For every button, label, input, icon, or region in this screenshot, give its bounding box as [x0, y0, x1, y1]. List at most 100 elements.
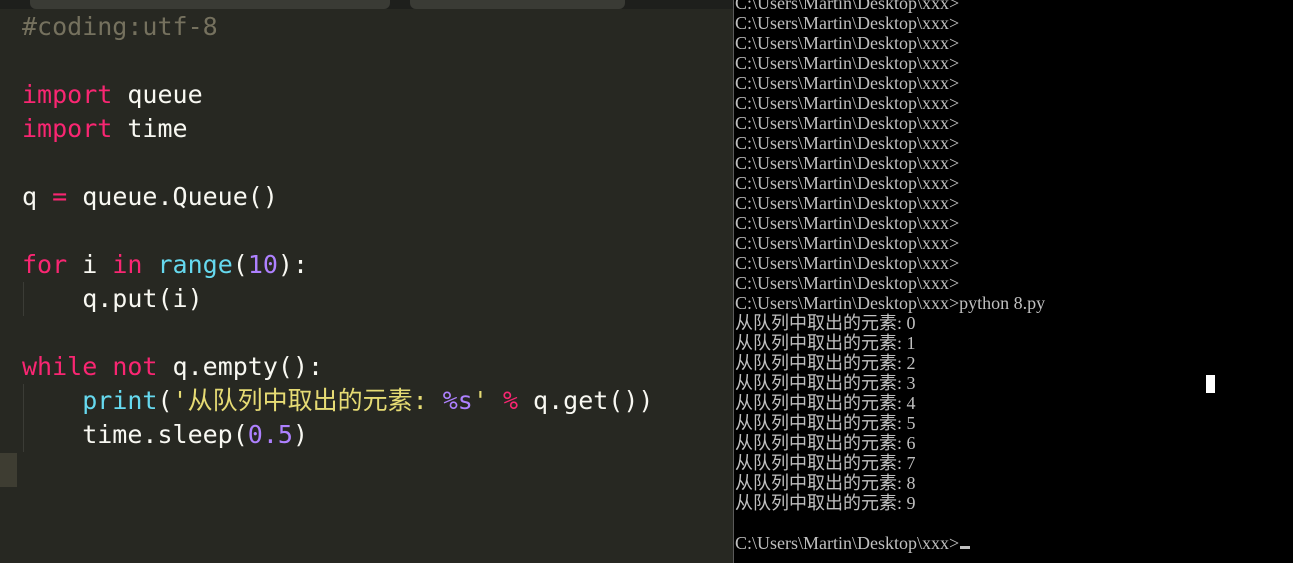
console-line: C:\Users\Martin\Desktop\xxx> [735, 33, 1045, 53]
code-token: for [22, 250, 68, 279]
code-token: while [22, 352, 98, 381]
console-line-text: C:\Users\Martin\Desktop\xxx> [735, 13, 960, 33]
code-token: q.empty(): [157, 352, 324, 381]
console-line: C:\Users\Martin\Desktop\xxx> [735, 0, 1045, 13]
code-line: #coding:utf-8 [22, 10, 653, 44]
command-prompt-window[interactable]: C:\Users\Martin\Desktop\xxx> C:\Users\Mar… [733, 0, 1293, 563]
code-token: queue.Queue() [67, 182, 278, 211]
console-line-text: 从队列中取出的元素: 3 [735, 373, 916, 393]
code-token: %s [442, 386, 473, 415]
console-line: C:\Users\Martin\Desktop\xxx> [735, 213, 1045, 233]
code-token: in [112, 250, 143, 279]
code-token: q.put(i) [22, 284, 203, 313]
console-line: 从队列中取出的元素: 8 [735, 473, 1045, 493]
code-line: time.sleep(0.5) [22, 418, 653, 452]
console-line: C:\Users\Martin\Desktop\xxx> [735, 533, 1045, 553]
console-line-text: C:\Users\Martin\Desktop\xxx> [735, 73, 960, 93]
console-line: 从队列中取出的元素: 9 [735, 493, 1045, 513]
console-line-text: 从队列中取出的元素: 2 [735, 353, 916, 373]
editor-tab[interactable] [410, 0, 625, 9]
console-line-text: C:\Users\Martin\Desktop\xxx> [735, 93, 960, 113]
console-line-text: 从队列中取出的元素: 8 [735, 473, 916, 493]
console-line-text: C:\Users\Martin\Desktop\xxx> [735, 133, 960, 153]
code-token: import [22, 114, 113, 143]
console-line-text: 从队列中取出的元素: 1 [735, 333, 916, 353]
code-token: = [52, 182, 68, 211]
console-line: C:\Users\Martin\Desktop\xxx> [735, 253, 1045, 273]
code-token: '从队列中取出的元素: [172, 386, 443, 415]
code-token: print [82, 386, 158, 415]
console-line: C:\Users\Martin\Desktop\xxx>python 8.py [735, 293, 1045, 313]
code-text[interactable]: #coding:utf-8 import queue import time q = … [22, 10, 653, 452]
console-line: C:\Users\Martin\Desktop\xxx> [735, 73, 1045, 93]
console-line: C:\Users\Martin\Desktop\xxx> [735, 133, 1045, 153]
text-cursor [960, 546, 971, 549]
console-line: C:\Users\Martin\Desktop\xxx> [735, 273, 1045, 293]
console-line-text: 从队列中取出的元素: 7 [735, 453, 916, 473]
console-line: C:\Users\Martin\Desktop\xxx> [735, 233, 1045, 253]
code-token: ( [157, 386, 173, 415]
code-line: q = queue.Queue() [22, 180, 653, 214]
code-token: ( [232, 250, 248, 279]
console-line-text: C:\Users\Martin\Desktop\xxx> [735, 33, 960, 53]
mouse-ibeam-cursor [1206, 375, 1215, 393]
console-line-text: 从队列中取出的元素: 0 [735, 313, 916, 333]
code-line: import time [22, 112, 653, 146]
console-line-text: C:\Users\Martin\Desktop\xxx> [735, 193, 960, 213]
console-line: 从队列中取出的元素: 1 [735, 333, 1045, 353]
console-line-text: C:\Users\Martin\Desktop\xxx>python 8.py [735, 293, 1046, 313]
console-line-text: C:\Users\Martin\Desktop\xxx> [735, 173, 960, 193]
code-token: i [67, 250, 113, 279]
code-token: #coding:utf-8 [22, 12, 218, 41]
code-token: time [112, 114, 188, 143]
console-line: 从队列中取出的元素: 3 [735, 373, 1045, 393]
console-line-text: C:\Users\Martin\Desktop\xxx> [735, 253, 960, 273]
code-token: 10 [247, 250, 278, 279]
code-token: ) [292, 420, 308, 449]
console-line-text: C:\Users\Martin\Desktop\xxx> [735, 153, 960, 173]
console-line: C:\Users\Martin\Desktop\xxx> [735, 173, 1045, 193]
console-line-text: C:\Users\Martin\Desktop\xxx> [735, 273, 960, 293]
console-line: 从队列中取出的元素: 6 [735, 433, 1045, 453]
console-line-text: C:\Users\Martin\Desktop\xxx> [735, 113, 960, 133]
code-token: range [157, 250, 233, 279]
code-token: 0.5 [247, 420, 293, 449]
code-token: % [502, 386, 518, 415]
code-line: import queue [22, 78, 653, 112]
code-line: while not q.empty(): [22, 350, 653, 384]
code-editor[interactable]: #coding:utf-8 import queue import time q = … [0, 0, 733, 563]
code-token: time.sleep( [22, 420, 248, 449]
code-token: ): [277, 250, 309, 279]
code-token: ' [472, 386, 488, 415]
console-line: 从队列中取出的元素: 2 [735, 353, 1045, 373]
console-line: 从队列中取出的元素: 5 [735, 413, 1045, 433]
code-token: import [22, 80, 113, 109]
console-line-text: 从队列中取出的元素: 4 [735, 393, 916, 413]
console-line: C:\Users\Martin\Desktop\xxx> [735, 153, 1045, 173]
console-line: C:\Users\Martin\Desktop\xxx> [735, 53, 1045, 73]
console-output: C:\Users\Martin\Desktop\xxx> C:\Users\Mar… [735, 0, 1045, 553]
editor-tab[interactable] [30, 0, 390, 9]
console-line-text: C:\Users\Martin\Desktop\xxx> [735, 53, 960, 73]
code-token: q.get()) [518, 386, 654, 415]
console-line: C:\Users\Martin\Desktop\xxx> [735, 13, 1045, 33]
console-line-text: 从队列中取出的元素: 9 [735, 493, 916, 513]
code-token: q [22, 182, 53, 211]
code-token: queue [112, 80, 203, 109]
console-line-text: 从队列中取出的元素: 5 [735, 413, 916, 433]
console-line-text: C:\Users\Martin\Desktop\xxx> [735, 233, 960, 253]
console-line: C:\Users\Martin\Desktop\xxx> [735, 113, 1045, 133]
code-line: q.put(i) [22, 282, 653, 316]
code-token: not [112, 352, 158, 381]
console-line-text: C:\Users\Martin\Desktop\xxx> [735, 0, 960, 13]
console-line: C:\Users\Martin\Desktop\xxx> [735, 93, 1045, 113]
console-line: C:\Users\Martin\Desktop\xxx> [735, 193, 1045, 213]
